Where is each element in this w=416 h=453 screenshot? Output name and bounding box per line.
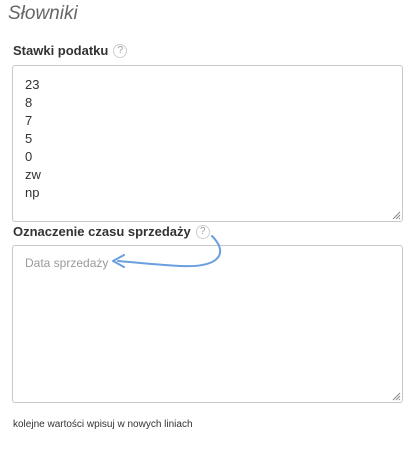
tax-rate-line: 5	[25, 131, 33, 146]
hint-text: kolejne wartości wpisuj w nowych liniach	[13, 419, 193, 430]
tax-rate-line: 8	[25, 95, 33, 110]
question-icon[interactable]: ?	[113, 43, 128, 58]
tax-rate-line: 7	[25, 113, 33, 128]
tax-rate-line: 0	[25, 149, 33, 164]
sale-time-textarea[interactable]: Data sprzedaży	[12, 245, 403, 403]
tax-rate-line: zw	[25, 167, 41, 182]
sale-time-label-text: Oznaczenie czasu sprzedaży	[13, 224, 191, 239]
tax-rates-label: Stawki podatku ?	[13, 43, 128, 58]
tax-rate-line: 23	[25, 77, 40, 92]
tax-rates-lines: 23 8 7 5 0 zw np	[25, 76, 41, 202]
page-title: Słowniki	[8, 3, 78, 24]
tax-rate-line: np	[25, 185, 40, 200]
tax-rates-textarea[interactable]: 23 8 7 5 0 zw np	[12, 65, 403, 222]
tax-rates-label-text: Stawki podatku	[13, 43, 109, 58]
resize-grip-icon[interactable]	[392, 392, 401, 401]
question-icon[interactable]: ?	[195, 224, 210, 239]
sale-time-label: Oznaczenie czasu sprzedaży ?	[13, 224, 210, 239]
resize-grip-icon[interactable]	[392, 211, 401, 220]
sale-time-placeholder: Data sprzedaży	[25, 256, 109, 270]
